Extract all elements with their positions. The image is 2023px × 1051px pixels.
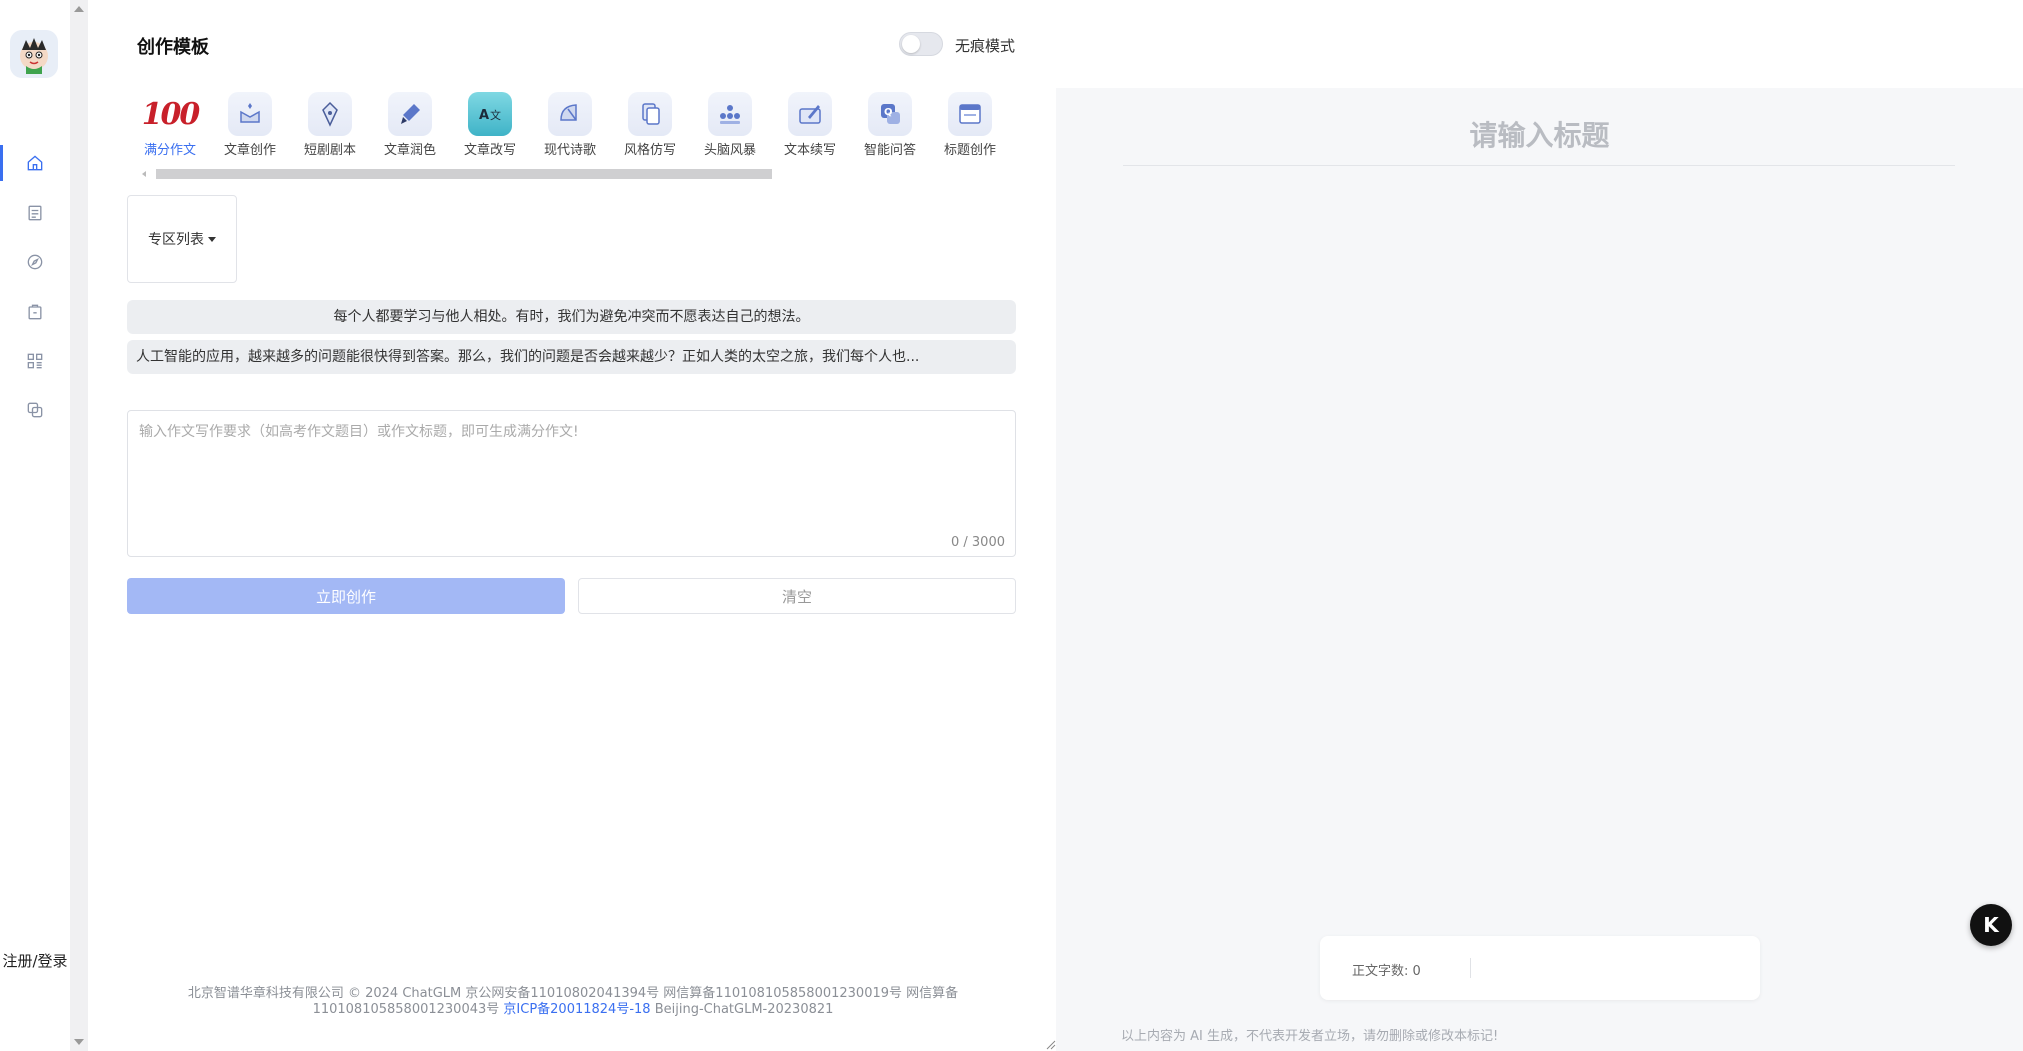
side-nav: 注册/登录	[0, 0, 70, 1051]
footer-line-2: 110108105858001230043号 京ICP备20011824号-18…	[128, 1002, 1018, 1018]
tool-rewrite[interactable]: A文 文章改写	[450, 92, 530, 162]
word-count-bar: 正文字数: 0	[1320, 936, 1760, 1000]
window-icon	[948, 92, 992, 136]
layers-icon	[27, 402, 43, 418]
word-count-label: 正文字数:	[1352, 964, 1409, 979]
fan-icon	[548, 92, 592, 136]
title-divider	[1123, 165, 1955, 166]
scroll-down-arrow[interactable]	[74, 1039, 84, 1045]
incognito-toggle[interactable]	[899, 32, 943, 56]
tool-label: 现代诗歌	[543, 143, 596, 158]
tool-label: 满分作文	[143, 143, 196, 158]
page-title: 创作模板	[137, 37, 209, 58]
footer-line-1: 北京智谱华章科技有限公司 © 2024 ChatGLM 京公网安备1101080…	[187, 986, 959, 1001]
tool-label: 智能问答	[863, 143, 916, 158]
scroll-left-arrow[interactable]	[142, 171, 146, 177]
tool-smart-qa[interactable]: Q 智能问答	[850, 92, 930, 162]
incognito-label: 无痕模式	[955, 37, 1016, 55]
clipboard-icon	[28, 304, 42, 320]
toggle-knob	[902, 35, 920, 53]
nav-explore[interactable]	[18, 245, 52, 279]
compass-icon	[27, 254, 43, 270]
footer-version: Beijing-ChatGLM-20230821	[654, 1002, 834, 1017]
suggestion-item[interactable]: 每个人都要学习与他人相处。有时，我们为避免冲突而不愿表达自己的想法。	[127, 300, 1016, 334]
translate-icon: A文	[468, 92, 512, 136]
svg-text:Q: Q	[884, 107, 893, 118]
svg-text:文: 文	[490, 108, 501, 122]
floating-assistant-button[interactable]: K	[1970, 904, 2012, 946]
edit-box-icon	[788, 92, 832, 136]
app-root: 注册/登录 创作模板 无痕模式 100 满分作文 文章创作 短剧剧本 文章润色 …	[0, 0, 2023, 1051]
nav-active-indicator	[0, 145, 3, 181]
group-icon	[708, 92, 752, 136]
pen-nib-icon	[308, 92, 352, 136]
scroll-thumb[interactable]	[156, 169, 772, 179]
tool-modern-poetry[interactable]: 现代诗歌	[530, 92, 610, 162]
word-count-value: 0	[1412, 964, 1421, 979]
app-logo[interactable]	[10, 30, 58, 78]
zone-list-dropdown[interactable]: 专区列表	[127, 195, 237, 283]
output-editor: 请输入标题 正文字数: 0 以上内容为 AI 生成，不代表开发者立场，请勿删除或…	[1056, 88, 2023, 1051]
hundred-icon: 100	[141, 96, 201, 132]
nav-apps[interactable]	[18, 344, 52, 378]
tool-label: 短剧剧本	[303, 143, 356, 158]
tool-label: 文本续写	[783, 143, 836, 158]
tool-short-drama[interactable]: 短剧剧本	[290, 92, 370, 162]
copy-icon	[628, 92, 672, 136]
clear-button[interactable]: 清空	[578, 578, 1016, 614]
tool-label: 标题创作	[943, 143, 996, 158]
caret-down-icon	[208, 236, 216, 242]
divider	[1470, 958, 1471, 978]
nav-documents[interactable]	[18, 196, 52, 230]
grid-icon	[27, 353, 43, 369]
nav-home[interactable]	[18, 146, 52, 180]
tool-style-imitation[interactable]: 风格仿写	[610, 92, 690, 162]
login-link[interactable]: 注册/登录	[0, 950, 70, 971]
tool-title-creation[interactable]: 标题创作	[930, 92, 1010, 162]
zone-list-label: 专区列表	[148, 232, 204, 248]
home-icon	[27, 155, 43, 171]
tool-continue-writing[interactable]: 文本续写	[770, 92, 850, 162]
panel-scrollbar[interactable]	[70, 0, 88, 1051]
suggestion-item[interactable]: 人工智能的应用，越来越多的问题能很快得到答案。那么，我们的问题是否会越来越少？正…	[127, 340, 1016, 374]
title-input[interactable]: 请输入标题	[1056, 114, 2023, 154]
nav-clipboard[interactable]	[18, 295, 52, 329]
tool-polish[interactable]: 文章润色	[370, 92, 450, 162]
svg-text:A: A	[479, 108, 489, 123]
tool-brainstorm[interactable]: 头脑风暴	[690, 92, 770, 162]
tool-label: 文章润色	[383, 143, 436, 158]
scroll-up-arrow[interactable]	[74, 6, 84, 12]
toolbar-scrollbar[interactable]	[142, 168, 1099, 180]
tool-label: 风格仿写	[623, 143, 676, 158]
tool-label: 文章改写	[463, 143, 516, 158]
tool-label: 头脑风暴	[703, 143, 756, 158]
template-toolbar: 100 满分作文 文章创作 短剧剧本 文章润色 A文 文章改写 现代诗歌 风格仿…	[130, 92, 1010, 162]
resize-handle-icon[interactable]	[1046, 1040, 1056, 1050]
input-placeholder: 输入作文写作要求（如高考作文题目）或作文标题，即可生成满分作文!	[139, 424, 579, 440]
char-counter: 0 / 3000	[951, 535, 1005, 550]
tool-label: 文章创作	[223, 143, 276, 158]
document-icon	[28, 205, 42, 221]
tool-full-score-essay[interactable]: 100 满分作文	[130, 92, 210, 162]
brush-icon	[388, 92, 432, 136]
icp-link[interactable]: 京ICP备20011824号-18	[503, 1002, 650, 1017]
essay-prompt-input[interactable]: 输入作文写作要求（如高考作文题目）或作文标题，即可生成满分作文! 0 / 300…	[127, 410, 1016, 557]
footer: 北京智谱华章科技有限公司 © 2024 ChatGLM 京公网安备1101080…	[128, 986, 1018, 1018]
footer-record: 110108105858001230043号	[312, 1002, 500, 1017]
article-icon	[228, 92, 272, 136]
ai-disclaimer: 以上内容为 AI 生成，不代表开发者立场，请勿删除或修改本标记!	[1121, 1029, 1499, 1044]
template-panel: 创作模板 无痕模式 100 满分作文 文章创作 短剧剧本 文章润色 A文 文章改…	[88, 0, 1099, 1051]
tool-article-creation[interactable]: 文章创作	[210, 92, 290, 162]
qa-icon: Q	[868, 92, 912, 136]
nav-copy[interactable]	[18, 393, 52, 427]
create-button[interactable]: 立即创作	[127, 578, 565, 614]
word-count: 正文字数: 0	[1352, 960, 1421, 979]
